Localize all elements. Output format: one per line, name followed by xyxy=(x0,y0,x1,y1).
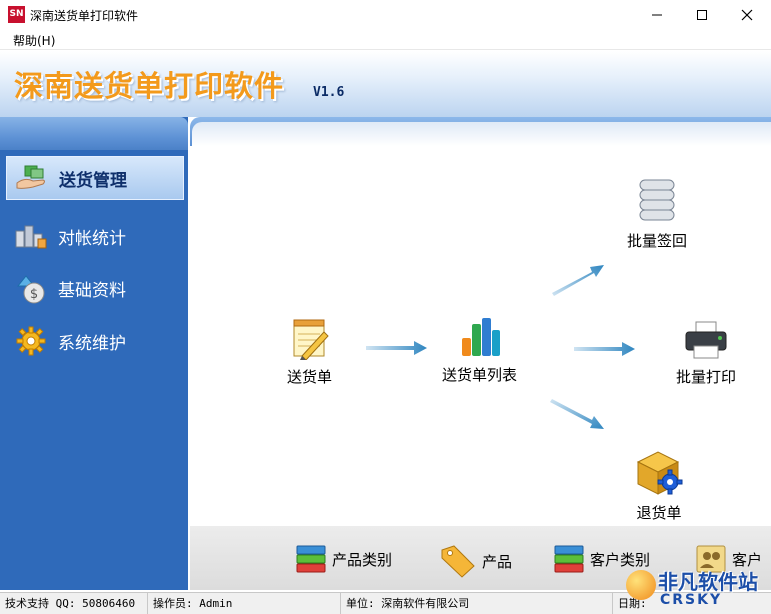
category-icon xyxy=(554,545,584,573)
statistics-icon xyxy=(14,219,48,253)
arrow-right-icon xyxy=(366,341,427,355)
sidebar-item-label: 系统维护 xyxy=(58,333,126,354)
notepad-pencil-icon xyxy=(293,319,329,360)
sidebar-item-label: 送货管理 xyxy=(59,170,127,191)
watermark-subtext: CRSKY xyxy=(660,592,723,608)
printer-icon xyxy=(685,321,727,359)
sidebar-item-delivery[interactable]: 送货管理 xyxy=(6,156,184,200)
watermark-text: 非凡软件站 xyxy=(658,570,758,594)
watermark: 非凡软件站 CRSKY xyxy=(626,566,771,614)
database-icon xyxy=(639,179,675,221)
quick-product[interactable]: 产品 xyxy=(440,544,512,578)
banner: 深南送货单打印软件 V1.6 xyxy=(0,51,771,117)
return-note-label: 退货单 xyxy=(636,504,682,522)
category-icon xyxy=(296,545,326,573)
svg-text:$: $ xyxy=(30,287,38,302)
close-icon xyxy=(741,9,753,21)
delivery-list-label: 送货单列表 xyxy=(442,366,518,384)
main-panel: 送货单 送货单列表 批量签回 批量打印 退货单 xyxy=(190,146,771,526)
quick-product-category[interactable]: 产品类别 xyxy=(296,544,392,574)
version-label: V1.6 xyxy=(313,85,345,100)
banner-title: 深南送货单打印软件 xyxy=(14,69,285,103)
batch-print-label: 批量打印 xyxy=(676,368,737,386)
delivery-note-button[interactable]: 送货单 xyxy=(287,318,332,387)
quick-item-label: 产品类别 xyxy=(332,550,393,569)
watermark-logo-icon xyxy=(626,570,656,600)
sidebar-item-label: 基础资料 xyxy=(58,280,126,301)
arrow-right-icon xyxy=(574,342,635,356)
close-button[interactable] xyxy=(724,0,770,30)
status-operator: 操作员: Admin xyxy=(148,593,341,614)
bar-chart-icon xyxy=(461,318,500,356)
quick-item-label: 产品 xyxy=(482,552,513,571)
minimize-icon xyxy=(652,14,662,16)
sidebar-item-basic-data[interactable]: $ 基础资料 xyxy=(6,266,184,310)
gear-icon xyxy=(14,324,48,358)
arrow-down-right-icon xyxy=(550,399,604,429)
delivery-list-button[interactable]: 送货单列表 xyxy=(442,314,517,385)
menu-bar: 帮助(H) xyxy=(0,30,771,50)
menu-help[interactable]: 帮助(H) xyxy=(13,32,55,49)
status-company: 单位: 深南软件有限公司 xyxy=(341,593,613,614)
maximize-icon xyxy=(697,10,707,20)
return-note-button[interactable]: 退货单 xyxy=(634,448,684,523)
sidebar-item-maintenance[interactable]: 系统维护 xyxy=(6,319,184,363)
sidebar-header xyxy=(0,117,188,150)
title-bar: SN 深南送货单打印软件 xyxy=(0,0,771,30)
window-title: 深南送货单打印软件 xyxy=(30,9,139,23)
box-gear-icon xyxy=(636,451,683,495)
sidebar-item-label: 对帐统计 xyxy=(58,228,126,249)
tag-icon xyxy=(441,545,475,578)
main-panel-header-inner xyxy=(192,122,771,146)
money-bag-icon: $ xyxy=(14,271,48,305)
status-support: 技术支持 QQ: 50806460 xyxy=(0,593,148,614)
minimize-button[interactable] xyxy=(634,0,680,30)
arrow-up-right-icon xyxy=(552,265,604,296)
delivery-hand-icon xyxy=(15,161,49,195)
batch-sign-button[interactable]: 批量签回 xyxy=(627,178,687,251)
app-logo: SN xyxy=(8,6,25,23)
batch-sign-label: 批量签回 xyxy=(627,232,688,250)
sidebar: 送货管理 对帐统计 $ 基础资料 系统维护 xyxy=(0,117,188,590)
delivery-note-label: 送货单 xyxy=(287,368,333,386)
maximize-button[interactable] xyxy=(679,0,725,30)
sidebar-item-statistics[interactable]: 对帐统计 xyxy=(6,214,184,258)
batch-print-button[interactable]: 批量打印 xyxy=(676,320,736,387)
